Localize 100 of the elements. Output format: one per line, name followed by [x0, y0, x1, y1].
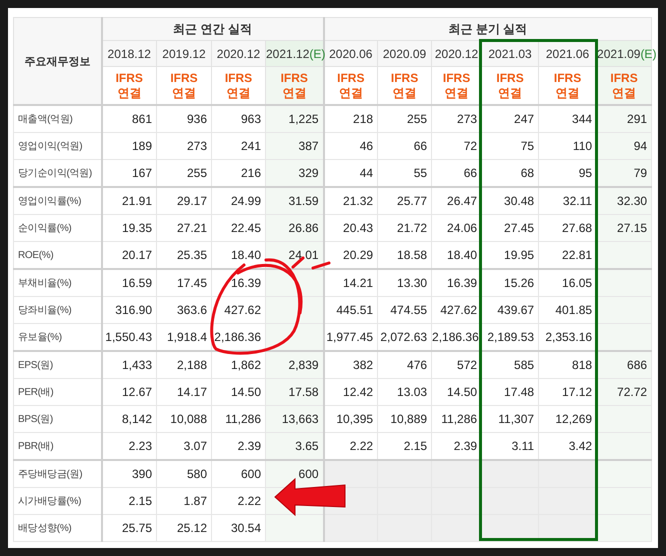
value-cell: 445.51	[324, 296, 378, 324]
value-cell: 476	[378, 351, 432, 378]
value-cell: 247	[482, 105, 539, 132]
value-cell: 13,663	[266, 406, 324, 432]
value-cell: 72.72	[596, 378, 652, 406]
value-cell: 14.50	[432, 378, 482, 406]
basis-label: IFRS 연결	[378, 66, 432, 105]
row-label: 주당배당금(원)	[14, 460, 102, 488]
value-cell: 273	[156, 132, 212, 160]
value-cell: 55	[378, 160, 432, 187]
value-cell: 22.45	[212, 214, 266, 242]
row-label: EPS(원)	[14, 351, 102, 378]
header-cell: 주요재무정보	[14, 18, 102, 105]
value-cell: 344	[538, 105, 597, 132]
value-cell: 1,433	[102, 351, 156, 378]
value-cell: 2.39	[432, 432, 482, 460]
value-cell: 255	[156, 160, 212, 187]
value-cell: 2,072.63	[378, 324, 432, 351]
value-cell: 8,142	[102, 406, 156, 432]
row-label: PBR(배)	[14, 432, 102, 460]
arrow-drawing	[274, 478, 346, 516]
value-cell: 30.54	[212, 514, 266, 542]
value-cell: 21.32	[324, 187, 378, 214]
value-cell: 3.11	[482, 432, 539, 460]
value-cell: 26.47	[432, 187, 482, 214]
value-cell: 16.39	[432, 269, 482, 296]
value-cell: 401.85	[538, 296, 597, 324]
value-cell: 11,307	[482, 406, 539, 432]
basis-label: IFRS 연결	[538, 66, 597, 105]
period-header: 2020.09	[378, 40, 432, 66]
value-cell: 16.59	[102, 269, 156, 296]
value-cell: 2,186.36	[432, 324, 482, 351]
value-cell: 14.50	[212, 378, 266, 406]
value-cell: 15.26	[482, 269, 539, 296]
value-cell: 68	[482, 160, 539, 187]
period-header: 2019.12	[156, 40, 212, 66]
value-cell: 95	[538, 160, 597, 187]
value-cell: 2.15	[378, 432, 432, 460]
value-cell: 22.81	[538, 242, 597, 269]
value-cell: 427.62	[432, 296, 482, 324]
basis-label: IFRS 연결	[156, 66, 212, 105]
value-cell: 19.95	[482, 242, 539, 269]
value-cell: 46	[324, 132, 378, 160]
value-cell: 66	[378, 132, 432, 160]
group-header: 최근 분기 실적	[324, 18, 652, 40]
value-cell: 94	[596, 132, 652, 160]
value-cell: 110	[538, 132, 597, 160]
value-cell: 273	[432, 105, 482, 132]
value-cell: 585	[482, 351, 539, 378]
row-label: 영업이익(억원)	[14, 132, 102, 160]
basis-label: IFRS 연결	[482, 66, 539, 105]
basis-label: IFRS 연결	[596, 66, 652, 105]
row-label: 당기순이익(억원)	[14, 160, 102, 187]
value-cell: 10,889	[378, 406, 432, 432]
value-cell: 241	[212, 132, 266, 160]
value-cell: 189	[102, 132, 156, 160]
value-cell: 861	[102, 105, 156, 132]
value-cell: 75	[482, 132, 539, 160]
value-cell: 14.17	[156, 378, 212, 406]
value-cell: 936	[156, 105, 212, 132]
period-header: 2021.03	[482, 40, 539, 66]
basis-label: IFRS 연결	[212, 66, 266, 105]
value-cell: 21.72	[378, 214, 432, 242]
value-cell: 17.12	[538, 378, 597, 406]
value-cell: 18.58	[378, 242, 432, 269]
row-label: 배당성향(%)	[14, 514, 102, 542]
value-cell: 390	[102, 460, 156, 488]
value-cell: 363.6	[156, 296, 212, 324]
value-cell: 600	[212, 460, 266, 488]
value-cell: 2,188	[156, 351, 212, 378]
value-cell: 2.39	[212, 432, 266, 460]
value-cell: 19.35	[102, 214, 156, 242]
basis-label: IFRS 연결	[102, 66, 156, 105]
value-cell: 1,550.43	[102, 324, 156, 351]
value-cell: 27.45	[482, 214, 539, 242]
value-cell: 580	[156, 460, 212, 488]
value-cell: 2,189.53	[482, 324, 539, 351]
row-label: 부채비율(%)	[14, 269, 102, 296]
value-cell: 20.29	[324, 242, 378, 269]
value-cell: 572	[432, 351, 482, 378]
value-cell: 79	[596, 160, 652, 187]
value-cell: 13.03	[378, 378, 432, 406]
value-cell: 12,269	[538, 406, 597, 432]
value-cell: 32.11	[538, 187, 597, 214]
value-cell: 17.58	[266, 378, 324, 406]
value-cell: 24.99	[212, 187, 266, 214]
value-cell: 27.68	[538, 214, 597, 242]
value-cell: 216	[212, 160, 266, 187]
value-cell: 11,286	[432, 406, 482, 432]
value-cell: 17.48	[482, 378, 539, 406]
value-cell: 11,286	[212, 406, 266, 432]
period-header: 2020.12	[432, 40, 482, 66]
value-cell: 18.40	[432, 242, 482, 269]
value-cell: 167	[102, 160, 156, 187]
value-cell: 818	[538, 351, 597, 378]
value-cell: 382	[324, 351, 378, 378]
value-cell: 66	[432, 160, 482, 187]
value-cell: 30.48	[482, 187, 539, 214]
row-label: 순이익률(%)	[14, 214, 102, 242]
value-cell: 439.67	[482, 296, 539, 324]
